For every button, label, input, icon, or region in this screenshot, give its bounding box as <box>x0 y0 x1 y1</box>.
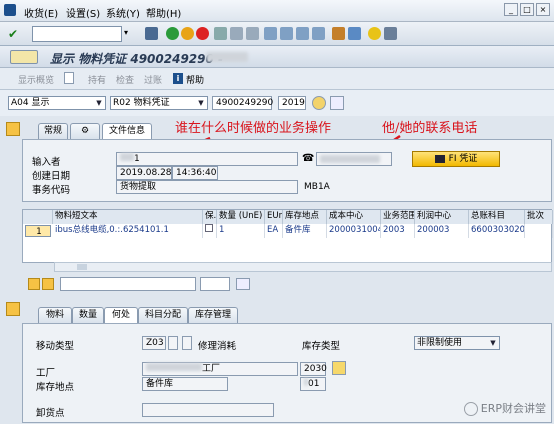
scroll-thumb[interactable] <box>77 264 87 270</box>
unload-label: 卸货点 <box>36 408 65 419</box>
person-icon[interactable] <box>332 361 346 375</box>
col-sloc[interactable]: 库存地点 <box>283 210 327 224</box>
entered-by-label: 输入者 <box>32 157 61 168</box>
tab-material[interactable]: 物料 <box>38 307 72 323</box>
movement-label: 移动类型 <box>36 341 75 352</box>
row-bus-area: 2003 <box>381 224 415 238</box>
tab-account[interactable]: 科目分配 <box>138 307 188 323</box>
select-all-icon[interactable] <box>28 278 40 290</box>
movement-indicator-field <box>182 336 192 350</box>
sloc-code-value: 01 <box>308 379 320 389</box>
col-material-text[interactable]: 物料短文本 <box>53 210 203 224</box>
filter-icon[interactable] <box>42 278 54 290</box>
col-quantity[interactable]: 数量 (UnE) <box>217 210 265 224</box>
col-gl-account[interactable]: 总账科目 <box>469 210 525 224</box>
row-cost-center: 2000031004 <box>327 224 381 238</box>
redacted-phone <box>320 155 380 163</box>
movement-special-field <box>168 336 178 350</box>
redacted-user <box>120 153 134 161</box>
txn-code: MB1A <box>304 182 330 192</box>
collapse-detail-icon[interactable] <box>6 302 20 316</box>
row-quantity: 1 <box>217 224 265 238</box>
stock-type-label: 库存类型 <box>302 341 341 352</box>
grid-search-field[interactable] <box>60 277 196 291</box>
col-batch[interactable]: 批次 <box>525 210 553 224</box>
sloc-code-field: 01 <box>300 377 326 391</box>
row-batch <box>525 224 553 238</box>
phone-field <box>316 152 392 166</box>
col-cost-center[interactable]: 成本中心 <box>327 210 381 224</box>
tab-stock[interactable]: 库存管理 <box>188 307 238 323</box>
tab-where[interactable]: 何处 <box>104 307 138 323</box>
fi-document-label: FI 凭证 <box>448 154 478 164</box>
created-label: 创建日期 <box>32 171 71 182</box>
col-bus-area[interactable]: 业务范围 <box>381 210 415 224</box>
txn-text-field: 货物提取 <box>116 180 298 194</box>
fi-document-button[interactable]: FI 凭证 <box>412 151 500 167</box>
plant-code-field: 2030 <box>300 362 327 376</box>
stock-type-value: 非限制使用 <box>417 338 463 348</box>
plant-label: 工厂 <box>36 368 56 379</box>
watermark-text: ERP财会讲堂 <box>480 402 546 415</box>
created-date-field: 2019.08.28 <box>116 166 172 180</box>
entered-by-value: 1 <box>134 154 140 164</box>
row-unit: EA <box>265 224 283 238</box>
created-time-field: 14:36:40 <box>172 166 218 180</box>
entered-by-field: 1 <box>116 152 298 166</box>
grid-page-field[interactable] <box>200 277 230 291</box>
items-table: 物料短文本 保. 数量 (UnE) EUn 库存地点 成本中心 业务范围 利润中… <box>22 209 553 263</box>
checkbox[interactable] <box>205 224 213 232</box>
grid-settings-icon[interactable] <box>236 278 250 290</box>
chevron-down-icon: ▼ <box>490 339 496 347</box>
row-sloc: 备件库 <box>283 224 327 238</box>
movement-code-field: Z03 <box>142 336 166 350</box>
movement-text: 修理消耗 <box>198 341 237 352</box>
col-profit-center[interactable]: 利润中心 <box>415 210 469 224</box>
sloc-label: 库存地点 <box>36 382 75 393</box>
plant-name-value: 工厂 <box>202 364 221 374</box>
redacted-plant <box>146 363 202 371</box>
txn-label: 事务代码 <box>32 185 71 196</box>
row-keep[interactable] <box>203 224 217 238</box>
grid-icon <box>434 154 445 163</box>
redacted-sloc <box>304 378 308 386</box>
plant-name-field: 工厂 <box>142 362 298 376</box>
col-line[interactable] <box>23 210 53 224</box>
col-keep[interactable]: 保. <box>203 210 217 224</box>
sloc-name-field: 备件库 <box>142 377 228 391</box>
watermark: ERP财会讲堂 <box>463 400 546 416</box>
unload-field <box>142 403 274 417</box>
row-line-number[interactable]: 1 <box>25 225 51 237</box>
wechat-icon <box>463 402 478 416</box>
phone-icon: ☎ <box>302 153 315 164</box>
col-unit[interactable]: EUn <box>265 210 283 224</box>
stock-type-select[interactable]: 非限制使用 ▼ <box>414 336 500 350</box>
row-material-text: ibus总线电缆,0.:.6254101.1 <box>53 224 203 238</box>
tab-quantity[interactable]: 数量 <box>72 307 104 323</box>
row-profit-center: 200003 <box>415 224 469 238</box>
grid-scrollbar[interactable] <box>54 262 552 272</box>
row-gl-account: 6600303020 <box>469 224 525 238</box>
